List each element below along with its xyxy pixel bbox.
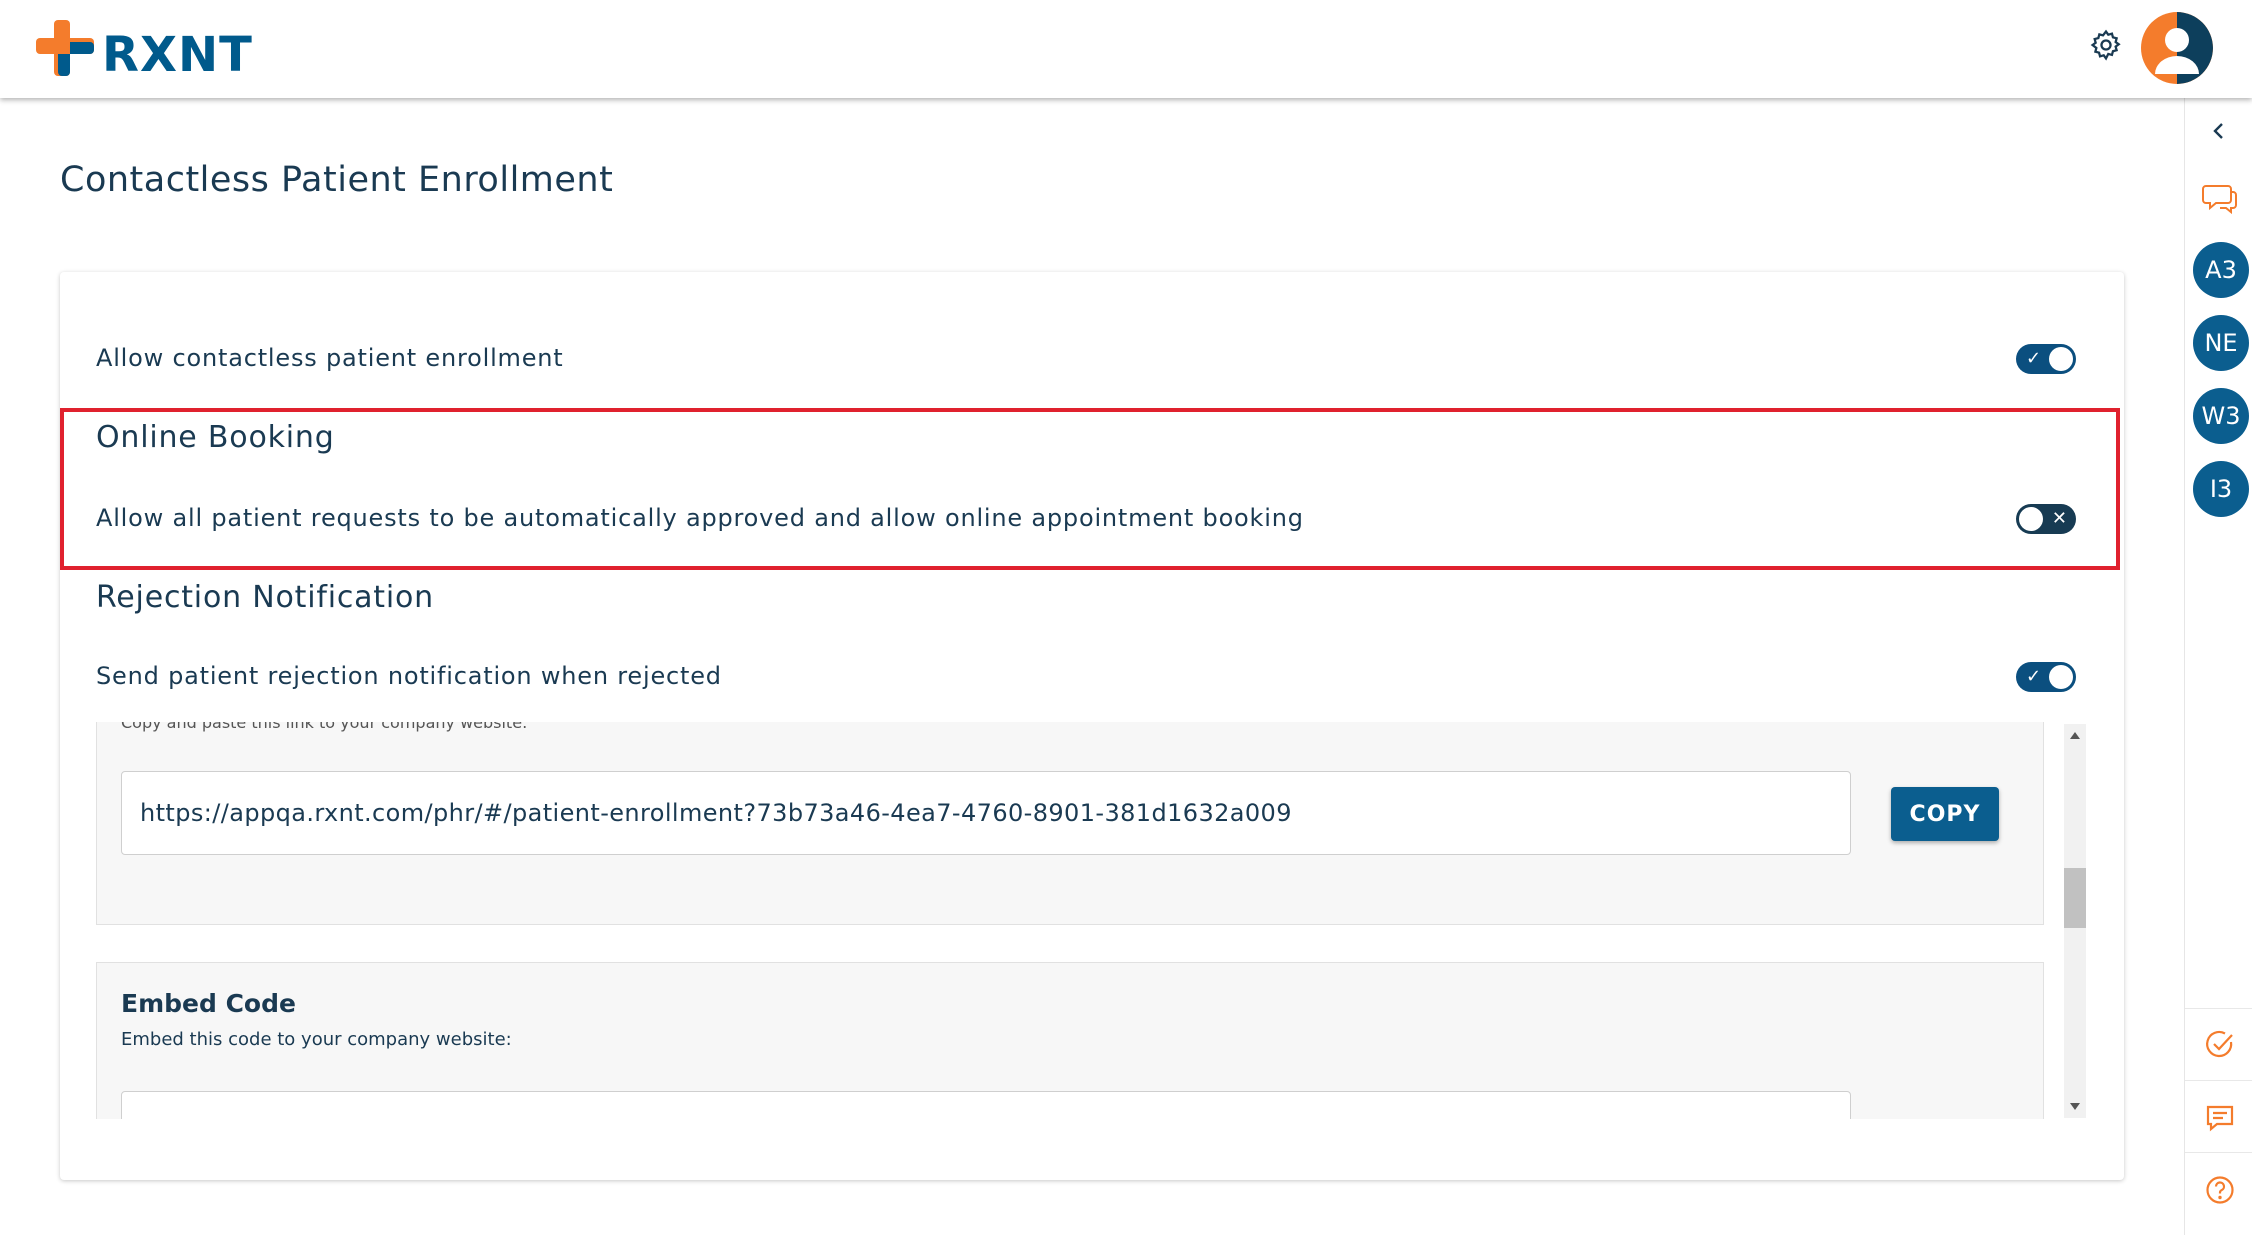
link-box: Copy and paste this link to your company… (96, 722, 2044, 925)
rail-badge-w3[interactable]: W3 (2193, 388, 2249, 444)
message-icon[interactable] (2204, 1102, 2236, 1134)
chat-bubbles-icon[interactable] (2202, 180, 2238, 216)
enrollment-link-panel[interactable]: Copy and paste this link to your company… (96, 722, 2086, 1119)
embed-subtitle: Embed this code to your company website: (121, 1029, 512, 1050)
close-icon: ✕ (2051, 508, 2067, 529)
toggle-knob (2049, 347, 2073, 371)
rejection-label: Send patient rejection notification when… (96, 662, 722, 690)
online-booking-label: Allow all patient requests to be automat… (96, 504, 1304, 532)
link-hint: Copy and paste this link to your company… (121, 722, 528, 732)
online-booking-title: Online Booking (96, 420, 335, 455)
online-booking-toggle[interactable]: ✕ (2016, 504, 2076, 534)
chevron-left-icon[interactable] (2208, 120, 2230, 142)
toggle-knob (2019, 507, 2043, 531)
rejection-toggle[interactable]: ✓ (2016, 662, 2076, 692)
page-title: Contactless Patient Enrollment (60, 160, 614, 200)
rejection-title: Rejection Notification (96, 580, 434, 615)
enrollment-toggle[interactable]: ✓ (2016, 344, 2076, 374)
scrollbar-thumb[interactable] (2064, 868, 2086, 928)
rail-badge-a3[interactable]: A3 (2193, 242, 2249, 298)
rail-badge-i3[interactable]: I3 (2193, 461, 2249, 517)
toggle-knob (2049, 665, 2073, 689)
scroll-up-arrow-icon[interactable] (2070, 732, 2080, 739)
rxnt-logo-icon[interactable] (36, 20, 94, 76)
user-avatar-icon[interactable] (2141, 12, 2213, 84)
top-header: RXNT (0, 0, 2252, 98)
logo-text: RXNT (102, 27, 253, 83)
right-rail: A3 NE W3 I3 (2184, 98, 2252, 1235)
rail-divider (2185, 1152, 2252, 1153)
check-icon: ✓ (2026, 348, 2042, 369)
enrollment-url-field[interactable] (121, 771, 1851, 855)
enrollment-label: Allow contactless patient enrollment (96, 344, 564, 372)
check-circle-icon[interactable] (2204, 1028, 2236, 1060)
embed-box: Embed Code Embed this code to your compa… (96, 962, 2044, 1119)
rail-badge-ne[interactable]: NE (2193, 315, 2249, 371)
check-icon: ✓ (2026, 666, 2042, 687)
scroll-down-arrow-icon[interactable] (2070, 1103, 2080, 1110)
settings-gear-icon[interactable] (2089, 28, 2123, 62)
embed-title: Embed Code (121, 989, 296, 1018)
help-icon[interactable] (2204, 1174, 2236, 1206)
embed-code-field[interactable] (121, 1091, 1851, 1119)
rail-divider (2185, 1008, 2252, 1009)
panel-scrollbar[interactable] (2064, 724, 2086, 1118)
copy-button[interactable]: COPY (1891, 787, 1999, 841)
rail-divider (2185, 1080, 2252, 1081)
